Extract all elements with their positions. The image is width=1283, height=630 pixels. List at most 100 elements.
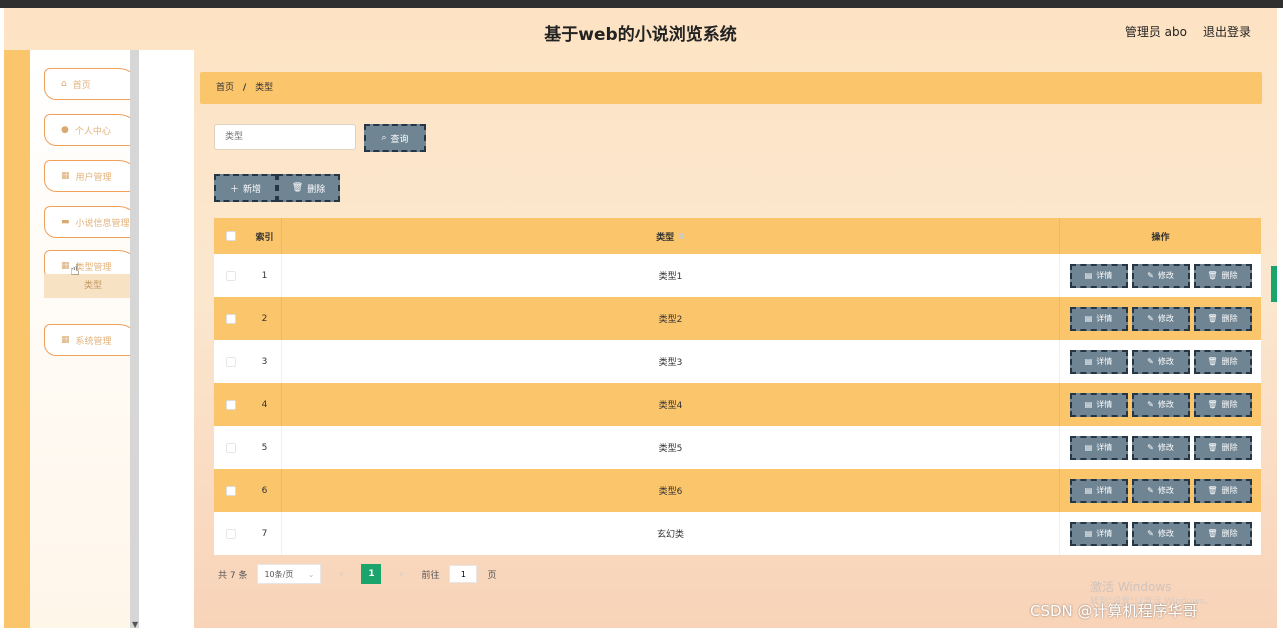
page-number-current[interactable]: 1 — [361, 564, 382, 584]
sidebar-item-label: 小说信息管理 — [75, 218, 130, 229]
table-row: 7 玄幻类 ▤ 详情 ✎ 修改 🗑 删除 — [214, 512, 1261, 555]
detail-icon: ▤ — [1084, 271, 1093, 280]
edit-icon: ✎ — [1147, 400, 1154, 409]
edit-button[interactable]: ✎ 修改 — [1131, 349, 1190, 374]
detail-icon: ▤ — [1084, 486, 1093, 495]
detail-button[interactable]: ▤ 详情 — [1069, 392, 1128, 417]
row-checkbox[interactable] — [226, 485, 236, 496]
table-row: 3 类型3 ▤ 详情 ✎ 修改 🗑 删除 — [214, 340, 1261, 383]
edit-button[interactable]: ✎ 修改 — [1131, 306, 1190, 331]
prev-page-icon[interactable]: ‹ — [331, 564, 351, 584]
sidebar-item-label: 类型管理 — [75, 262, 112, 273]
edit-button[interactable]: ✎ 修改 — [1131, 435, 1190, 460]
search-button[interactable]: ⌕ 查询 — [364, 124, 426, 152]
sort-icon[interactable]: ⇅ — [678, 232, 685, 241]
cell-type: 类型5 — [282, 426, 1060, 469]
delete-button[interactable]: 🗑 删除 — [1193, 392, 1252, 417]
row-checkbox[interactable] — [226, 270, 236, 281]
delete-button[interactable]: 🗑 删除 — [1193, 306, 1252, 331]
user-name: 管理员 abo — [1124, 25, 1187, 39]
batch-delete-button[interactable]: 🗑 删除 — [277, 174, 340, 202]
edit-button[interactable]: ✎ 修改 — [1131, 392, 1190, 417]
goto-page-input[interactable] — [449, 565, 478, 583]
cell-index: 5 — [248, 426, 282, 469]
sidebar-item-label: 个人中心 — [74, 126, 111, 137]
pager-total: 共 7 条 — [218, 570, 248, 581]
trash-icon: 🗑 — [1207, 400, 1218, 409]
row-checkbox[interactable] — [226, 399, 236, 410]
content-gutter — [139, 50, 194, 628]
add-button[interactable]: ＋ 新增 — [214, 174, 277, 202]
delete-button[interactable]: 🗑 删除 — [1193, 521, 1252, 546]
cell-type: 类型6 — [282, 469, 1060, 512]
detail-button[interactable]: ▤ 详情 — [1069, 306, 1128, 331]
grid-icon: ▦ — [61, 171, 70, 181]
delete-button[interactable]: 🗑 删除 — [1193, 478, 1252, 503]
detail-icon: ▤ — [1084, 443, 1093, 452]
detail-icon: ▤ — [1084, 400, 1093, 409]
select-all-checkbox[interactable] — [226, 231, 236, 241]
header-type[interactable]: 类型 ⇅ — [282, 218, 1060, 254]
sidebar-item-label: 用户管理 — [75, 172, 112, 183]
breadcrumb-current: 类型 — [255, 83, 274, 93]
table-row: 1 类型1 ▤ 详情 ✎ 修改 🗑 删除 — [214, 254, 1261, 297]
page-size-select[interactable]: 10条/页 ⌄ — [257, 564, 322, 584]
trash-icon: 🗑 — [291, 183, 304, 193]
detail-button[interactable]: ▤ 详情 — [1069, 478, 1128, 503]
header-right: 管理员 abo 退出登录 — [1125, 23, 1251, 40]
sidebar-scrollbar[interactable] — [130, 50, 139, 628]
cell-type: 玄幻类 — [282, 512, 1060, 555]
cell-index: 3 — [248, 340, 282, 383]
row-checkbox[interactable] — [226, 442, 236, 453]
trash-icon: 🗑 — [1207, 357, 1218, 366]
cell-index: 6 — [248, 469, 282, 512]
row-checkbox[interactable] — [226, 356, 236, 367]
table-row: 5 类型5 ▤ 详情 ✎ 修改 🗑 删除 — [214, 426, 1261, 469]
edit-icon: ✎ — [1147, 357, 1154, 366]
windows-activation-watermark: 激活 Windows — [1090, 580, 1172, 594]
sidebar-item-profile[interactable]: ● 个人中心 — [44, 114, 142, 146]
window-top-strip — [0, 0, 1283, 8]
table-row: 6 类型6 ▤ 详情 ✎ 修改 🗑 删除 — [214, 469, 1261, 512]
cell-index: 7 — [248, 512, 282, 555]
row-checkbox[interactable] — [226, 528, 236, 539]
detail-button[interactable]: ▤ 详情 — [1069, 521, 1128, 546]
card-icon: ▬ — [61, 217, 70, 227]
detail-button[interactable]: ▤ 详情 — [1069, 263, 1128, 288]
detail-icon: ▤ — [1084, 357, 1093, 366]
delete-button[interactable]: 🗑 删除 — [1193, 263, 1252, 288]
detail-button[interactable]: ▤ 详情 — [1069, 435, 1128, 460]
edit-button[interactable]: ✎ 修改 — [1131, 478, 1190, 503]
detail-button[interactable]: ▤ 详情 — [1069, 349, 1128, 374]
cell-index: 2 — [248, 297, 282, 340]
edge-tab[interactable] — [1271, 266, 1277, 302]
sidebar: ⌂ 首页 ● 个人中心 ▦ 用户管理 ▬ 小说信息管理 ▦ 类型管理 类型 ▦ … — [4, 50, 142, 628]
delete-button[interactable]: 🗑 删除 — [1193, 435, 1252, 460]
sidebar-subitem-type[interactable]: 类型 — [44, 274, 142, 298]
search-bar: ⌕ 查询 — [214, 124, 426, 152]
cell-type: 类型1 — [282, 254, 1060, 297]
edit-button[interactable]: ✎ 修改 — [1131, 263, 1190, 288]
csdn-watermark: CSDN @计算机程序华哥 — [1030, 602, 1198, 620]
search-icon: ⌕ — [381, 133, 387, 143]
sidebar-item-system[interactable]: ▦ 系统管理 — [44, 324, 142, 356]
detail-icon: ▤ — [1084, 314, 1093, 323]
sidebar-item-label: 首页 — [72, 80, 91, 91]
breadcrumb-home[interactable]: 首页 — [216, 83, 234, 93]
row-checkbox[interactable] — [226, 313, 236, 324]
sidebar-item-home[interactable]: ⌂ 首页 — [44, 68, 142, 100]
page-title: 基于web的小说浏览系统 — [544, 25, 737, 45]
pagination: 共 7 条 10条/页 ⌄ ‹ 1 › 前往 页 — [218, 564, 496, 584]
delete-button[interactable]: 🗑 删除 — [1193, 349, 1252, 374]
edit-button[interactable]: ✎ 修改 — [1131, 521, 1190, 546]
trash-icon: 🗑 — [1207, 486, 1218, 495]
sidebar-item-users[interactable]: ▦ 用户管理 — [44, 160, 142, 192]
scroll-down-icon[interactable]: ▼ — [132, 620, 138, 628]
next-page-icon[interactable]: › — [391, 564, 411, 584]
cell-type: 类型4 — [282, 383, 1060, 426]
hand-cursor-icon: ☝ — [70, 260, 80, 279]
logout-link[interactable]: 退出登录 — [1203, 23, 1251, 40]
sidebar-item-novels[interactable]: ▬ 小说信息管理 — [44, 206, 142, 238]
search-input[interactable] — [214, 124, 356, 150]
chevron-down-icon: ⌄ — [307, 569, 315, 579]
